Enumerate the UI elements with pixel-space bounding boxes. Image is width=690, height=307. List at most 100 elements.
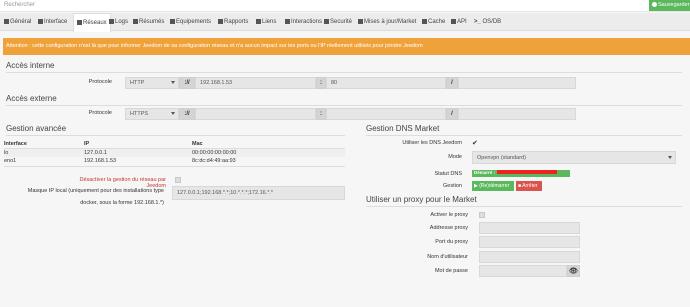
laptop-icon: [38, 19, 43, 24]
tab-label: API: [457, 19, 467, 25]
divider: [6, 105, 682, 106]
select-value: Openvpn (standard): [477, 155, 526, 161]
save-button-label: Sauvegarder: [658, 2, 690, 8]
table-row: [4, 149, 345, 157]
table-cell: 127.0.0.1: [84, 150, 107, 156]
use-dns-label: Utiliser les DNS Jeedom: [402, 140, 462, 146]
manage-label: Gestion: [443, 183, 462, 189]
tab-cache[interactable]: Cache: [422, 13, 445, 31]
button-label: Arrêter: [522, 183, 538, 189]
table-cell: 192.168.1.53: [84, 158, 117, 164]
dns-status-label: Statut DNS: [434, 171, 462, 177]
proxy-user-input[interactable]: [479, 251, 580, 263]
tab-label: Equipements: [176, 19, 212, 25]
external-host-input[interactable]: [195, 108, 316, 120]
tab-securite[interactable]: Securité: [324, 13, 352, 31]
table-cell: 8c:dc:d4:49:aa:93: [192, 158, 236, 164]
tab-interface[interactable]: Interface: [38, 13, 67, 31]
table-icon: [133, 19, 138, 24]
column-header-mac: Mac: [192, 141, 203, 147]
update-icon: [358, 19, 363, 24]
tab-label: Réseaux: [83, 20, 107, 26]
tab-label: Général: [10, 19, 32, 25]
restart-dns-button[interactable]: ▶ (Re)démarrer: [472, 181, 514, 191]
terminal-icon: >_: [474, 19, 483, 25]
tab-api[interactable]: API: [451, 13, 467, 31]
external-protocol-label: Protocole: [88, 110, 112, 116]
protocol-separator: ://: [179, 108, 195, 120]
chevron-down-icon: [668, 156, 672, 159]
tab-label: Cache: [428, 19, 446, 25]
shield-icon: [324, 19, 329, 24]
eye-icon[interactable]: 👁: [567, 265, 580, 277]
mask-label-line2: docker, sous la forme 192.168.1.*): [80, 200, 164, 206]
mode-select[interactable]: Openvpn (standard): [472, 151, 676, 164]
mask-label-line1: Masque IP local (uniquement pour des ins…: [27, 188, 164, 194]
database-icon: [422, 19, 427, 24]
proxy-password-label: Mot de passe: [434, 268, 468, 274]
top-bar: [0, 0, 690, 12]
redaction-mark: [497, 170, 557, 174]
column-header-ip: IP: [84, 141, 90, 147]
internal-access-title: Accès interne: [6, 61, 55, 70]
tab-rapports[interactable]: Rapports: [218, 13, 248, 31]
tab-label: OS/DB: [482, 19, 502, 25]
mode-label: Mode: [448, 154, 462, 160]
internal-host-input[interactable]: 192.168.1.53: [195, 77, 316, 89]
proxy-password-input[interactable]: [479, 265, 567, 277]
path-separator: /: [446, 108, 458, 120]
dns-title: Gestion DNS Market: [366, 124, 440, 133]
tab-general[interactable]: Général: [4, 13, 31, 31]
disable-network-checkbox[interactable]: [175, 177, 181, 183]
rss-icon: [77, 20, 82, 25]
divider: [6, 72, 682, 73]
tab-bar: Général Interface Réseaux Logs Résumés E…: [0, 13, 690, 32]
internal-path-input[interactable]: [458, 77, 576, 89]
save-button[interactable]: Sauvegarder: [649, 0, 690, 11]
external-access-title: Accès externe: [6, 94, 57, 103]
tab-label: Logs: [115, 19, 129, 25]
tab-liens[interactable]: Liens: [256, 13, 276, 31]
protocol-separator: ://: [179, 77, 195, 89]
proxy-port-input[interactable]: [479, 236, 580, 248]
tab-os-db[interactable]: >_ OS/DB: [474, 13, 501, 31]
divider: [366, 135, 682, 136]
use-dns-checkbox[interactable]: ✔: [472, 139, 478, 147]
external-path-input[interactable]: [458, 108, 576, 120]
tab-reseaux[interactable]: Réseaux: [73, 13, 111, 32]
divider: [366, 206, 682, 207]
stop-dns-button[interactable]: ■ Arrêter: [516, 181, 542, 191]
divider: [4, 166, 345, 167]
proxy-port-label: Port du proxy: [435, 239, 468, 245]
tab-resumes[interactable]: Résumés: [133, 13, 164, 31]
link-icon: [256, 19, 261, 24]
table-cell: lo: [4, 150, 9, 156]
chevron-down-icon: [171, 81, 175, 84]
file-icon: [109, 19, 114, 24]
proxy-address-label: Addresse proxy: [429, 225, 468, 231]
tab-label: Securité: [330, 19, 353, 25]
tab-interactions[interactable]: Interactions: [285, 13, 322, 31]
tab-logs[interactable]: Logs: [109, 13, 128, 31]
newspaper-icon: [218, 19, 223, 24]
port-separator: :: [316, 77, 326, 89]
proxy-address-input[interactable]: [479, 222, 580, 234]
gear-icon: [170, 19, 175, 24]
port-separator: :: [316, 108, 326, 120]
external-port-input[interactable]: [326, 108, 446, 120]
tab-label: Interactions: [291, 19, 323, 25]
tab-label: Mises à jour/Market: [364, 19, 417, 25]
divider: [6, 135, 345, 136]
select-value: HTTPS: [130, 111, 149, 117]
local-ip-mask-input[interactable]: 127.0.0.1;192.168.*.*;10.*.*.*;172.16.*.…: [172, 186, 345, 200]
tab-label: Rapports: [224, 19, 249, 25]
tab-label: Interface: [44, 19, 68, 25]
chevron-down-icon: [171, 112, 175, 115]
check-icon: [652, 2, 657, 7]
tab-mises-a-jour[interactable]: Mises à jour/Market: [358, 13, 416, 31]
internal-port-input[interactable]: 80: [326, 77, 446, 89]
enable-proxy-checkbox[interactable]: [479, 212, 485, 218]
proxy-title: Utiliser un proxy pour le Market: [366, 195, 477, 204]
search-input[interactable]: Rechercher: [4, 2, 35, 8]
tab-equipements[interactable]: Equipements: [170, 13, 211, 31]
